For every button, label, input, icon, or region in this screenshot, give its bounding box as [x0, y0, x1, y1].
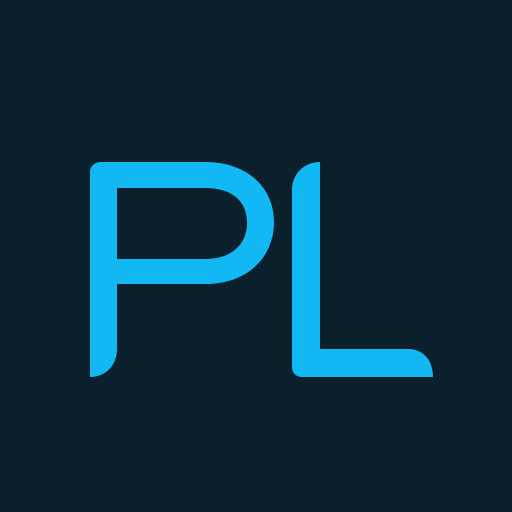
- logo-canvas: [0, 0, 512, 512]
- pl-logo-icon: [0, 0, 512, 512]
